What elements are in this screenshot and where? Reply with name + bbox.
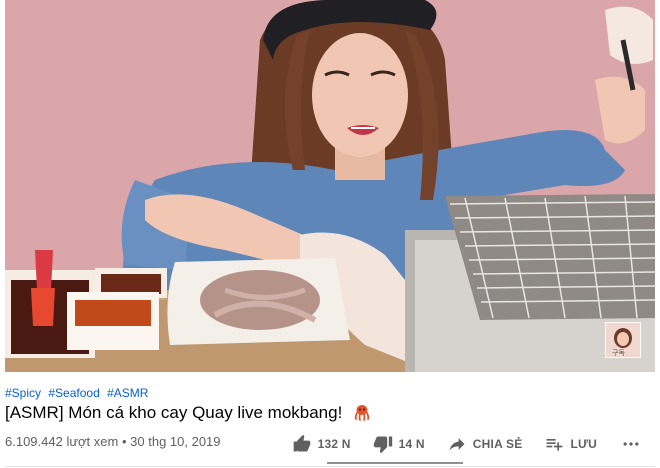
hashtag-link[interactable]: #ASMR [107,386,148,400]
video-frame-illustration [5,0,655,372]
more-actions-button[interactable] [621,434,647,454]
share-arrow-icon [449,438,465,451]
dislike-button[interactable]: 14 N [373,434,425,454]
like-button[interactable]: 132 N [292,434,351,454]
watch-page: 구독 #Spicy #Seafood #ASMR [ASMR] Món cá k… [0,0,660,468]
view-and-date: 6.109.442 lượt xem • 30 thg 10, 2019 [5,434,221,449]
save-label: LƯU [570,437,597,451]
channel-watermark[interactable]: 구독 [605,322,641,358]
video-player[interactable]: 구독 [5,0,655,372]
view-count: 6.109.442 lượt xem [5,434,119,449]
octopus-icon [353,403,371,427]
playlist-add-icon [546,439,563,451]
thumbs-up-icon [293,434,310,452]
save-button[interactable]: LƯU [544,434,597,454]
publish-date: 30 thg 10, 2019 [130,434,221,449]
video-title: [ASMR] Món cá kho cay Quay live mokbang! [5,402,371,427]
hashtag-list: #Spicy #Seafood #ASMR [5,386,152,400]
primary-info-row: 6.109.442 lượt xem • 30 thg 10, 2019 132… [5,430,655,458]
channel-avatar-thumbnail: 구독 [606,323,640,357]
info-divider [5,466,655,467]
share-label: CHIA SẺ [472,437,523,451]
video-title-text: [ASMR] Món cá kho cay Quay live mokbang! [5,403,343,422]
video-metadata: #Spicy #Seafood #ASMR [ASMR] Món cá kho … [5,372,655,468]
hashtag-link[interactable]: #Seafood [48,386,99,400]
action-bar: 132 N 14 N CHIA SẺ LƯU [270,430,647,458]
share-button[interactable]: CHIA SẺ [447,434,523,454]
more-horizontal-icon [623,442,639,446]
dislike-count: 14 N [398,437,425,451]
separator-dot: • [121,434,127,449]
thumbs-down-icon [373,436,392,454]
watermark-text: 구독 [612,349,625,357]
sentiment-bar [327,462,463,464]
like-count: 132 N [317,437,351,451]
hashtag-link[interactable]: #Spicy [5,386,41,400]
